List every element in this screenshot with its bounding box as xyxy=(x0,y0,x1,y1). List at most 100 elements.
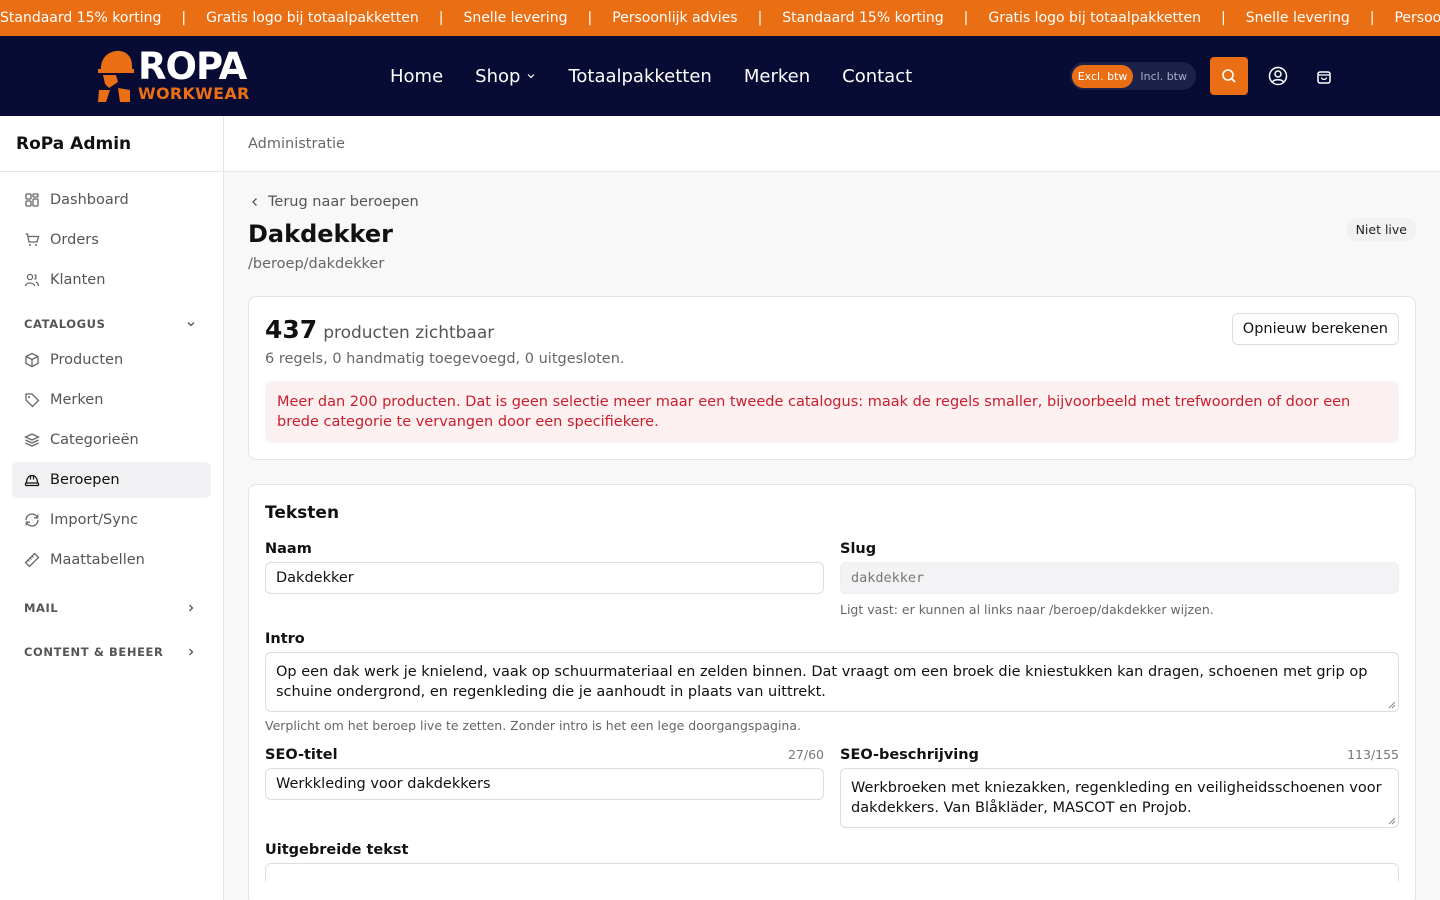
seo-description-label: SEO-beschrijving xyxy=(840,747,979,763)
promo-separator: | xyxy=(757,10,763,26)
vat-excl-option[interactable]: Excl. btw xyxy=(1071,64,1134,88)
sidebar-item-label: Beroepen xyxy=(50,472,120,488)
breadcrumb: Administratie xyxy=(224,116,1440,172)
promo-item: Snelle levering | xyxy=(463,10,612,26)
vat-incl-option[interactable]: Incl. btw xyxy=(1133,65,1194,88)
intro-textarea[interactable]: Op een dak werk je knielend, vaak op sch… xyxy=(265,652,1399,712)
sidebar-title: RoPa Admin xyxy=(0,116,223,172)
sidebar-item-merken[interactable]: Merken xyxy=(12,382,211,418)
sidebar-item-label: Producten xyxy=(50,352,124,368)
nav-merken[interactable]: Merken xyxy=(744,66,810,87)
warning-alert: Meer dan 200 producten. Dat is geen sele… xyxy=(265,381,1399,443)
ruler-icon xyxy=(24,552,40,568)
name-field[interactable]: Dakdekker xyxy=(265,562,824,594)
status-badge: Niet live xyxy=(1346,218,1416,241)
intro-text: Op een dak werk je knielend, vaak op sch… xyxy=(276,664,1368,700)
page-title: Dakdekker xyxy=(248,220,393,248)
page-path: /beroep/dakdekker xyxy=(248,256,385,272)
bag-icon xyxy=(1317,71,1331,84)
promo-separator: | xyxy=(1369,10,1375,26)
intro-label: Intro xyxy=(265,631,305,647)
promo-text: Gratis logo bij totaalpakketten xyxy=(988,10,1202,26)
long-text-label: Uitgebreide tekst xyxy=(265,842,409,858)
sidebar-item-maattabellen[interactable]: Maattabellen xyxy=(12,542,211,578)
long-text-editor[interactable] xyxy=(265,863,1399,881)
seo-title-counter: 27/60 xyxy=(787,747,824,762)
slug-help: Ligt vast: er kunnen al links naar /bero… xyxy=(840,602,1214,617)
sidebar-group-label: CONTENT & BEHEER xyxy=(24,645,164,659)
promo-item: Gratis logo bij totaalpakketten | xyxy=(206,10,463,26)
nav-totaalpakketten[interactable]: Totaalpakketten xyxy=(568,66,711,87)
slug-field: dakdekker xyxy=(840,562,1399,594)
logo-subtitle: WORKWEAR xyxy=(138,84,250,103)
promo-text: Snelle levering xyxy=(1245,10,1350,26)
back-link-label: Terug naar beroepen xyxy=(268,194,419,210)
sidebar-item-import-sync[interactable]: Import/Sync xyxy=(12,502,211,538)
promo-separator: | xyxy=(587,10,593,26)
section-title: Teksten xyxy=(265,503,340,523)
refresh-icon xyxy=(25,513,39,527)
promo-text: Persoonlijk xyxy=(1394,10,1440,26)
recalculate-button[interactable]: Opnieuw berekenen xyxy=(1231,313,1399,345)
promo-separator: | xyxy=(1221,10,1226,26)
search-button[interactable] xyxy=(1210,57,1248,95)
sidebar-item-producten[interactable]: Producten xyxy=(12,342,211,378)
logo[interactable]: ROPA WORKWEAR xyxy=(96,48,250,102)
sidebar-group-catalogus[interactable]: CATALOGUS xyxy=(12,306,211,342)
product-summary-card: 437 producten zichtbaar Opnieuw berekene… xyxy=(248,296,1416,460)
sidebar-item-label: Import/Sync xyxy=(50,512,138,528)
sidebar-item-orders[interactable]: Orders xyxy=(12,222,211,258)
chevron-down-icon xyxy=(187,322,195,327)
cart-icon xyxy=(25,233,40,246)
nav-contact[interactable]: Contact xyxy=(842,66,912,87)
site-header: ROPA WORKWEAR Home Shop Totaalpakketten … xyxy=(0,36,1440,116)
users-icon xyxy=(24,273,40,287)
sidebar-item-beroepen[interactable]: Beroepen xyxy=(12,462,211,498)
promo-text: Gratis logo bij totaalpakketten xyxy=(206,10,419,26)
cart-button[interactable] xyxy=(1308,60,1340,92)
seo-description-textarea[interactable]: Werkbroeken met kniezakken, regenkleding… xyxy=(840,768,1399,828)
nav-shop-label: Shop xyxy=(475,65,521,87)
sidebar-group-content-beheer[interactable]: CONTENT & BEHEER xyxy=(12,634,211,670)
vat-toggle[interactable]: Excl. btw Incl. btw xyxy=(1069,62,1196,90)
chevron-right-icon xyxy=(189,648,194,656)
sidebar-item-categorieen[interactable]: Categorieën xyxy=(12,422,211,458)
chevron-down-icon xyxy=(528,74,535,79)
sidebar-group-label: CATALOGUS xyxy=(24,317,106,331)
promo-item: Persoonlijk advies | xyxy=(612,10,782,26)
sidebar-item-dashboard[interactable]: Dashboard xyxy=(12,182,211,218)
nav-shop[interactable]: Shop xyxy=(475,66,536,87)
nav-home[interactable]: Home xyxy=(390,66,443,87)
promo-separator: | xyxy=(181,10,187,26)
sidebar-item-label: Klanten xyxy=(50,272,106,288)
account-button[interactable] xyxy=(1262,60,1294,92)
grid-icon xyxy=(25,193,39,207)
tag-icon xyxy=(25,393,40,408)
admin-sidebar: RoPa Admin Dashboard Orders Klanten CATA… xyxy=(0,116,224,900)
back-link[interactable]: Terug naar beroepen xyxy=(248,194,1416,210)
promo-separator: | xyxy=(963,10,969,26)
sidebar-item-label: Orders xyxy=(50,232,99,248)
user-icon xyxy=(1268,66,1288,86)
promo-item: Standaard 15% korting | xyxy=(0,10,206,26)
promo-text: Standaard 15% korting xyxy=(0,10,162,26)
name-label: Naam xyxy=(265,541,312,557)
search-icon xyxy=(1222,69,1236,83)
sidebar-group-mail[interactable]: MAIL xyxy=(12,590,211,626)
promo-text: Persoonlijk advies xyxy=(612,10,738,26)
promo-text: Standaard 15% korting xyxy=(782,10,944,26)
resize-handle-icon[interactable] xyxy=(1388,701,1396,709)
promo-bar: Standaard 15% korting | Gratis logo bij t… xyxy=(0,0,1440,36)
layers-icon xyxy=(24,433,40,447)
seo-title-label: SEO-titel xyxy=(265,747,338,763)
seo-title-field[interactable]: Werkkleding voor dakdekkers xyxy=(265,768,824,800)
box-icon xyxy=(25,352,39,368)
slug-label: Slug xyxy=(840,541,877,557)
sidebar-item-klanten[interactable]: Klanten xyxy=(12,262,211,298)
resize-handle-icon[interactable] xyxy=(1388,817,1396,825)
hardhat-icon xyxy=(24,474,40,487)
promo-separator: | xyxy=(438,10,444,26)
logo-wordmark: ROPA xyxy=(138,45,247,88)
sidebar-item-label: Maattabellen xyxy=(50,552,145,568)
chevron-right-icon xyxy=(189,604,194,612)
